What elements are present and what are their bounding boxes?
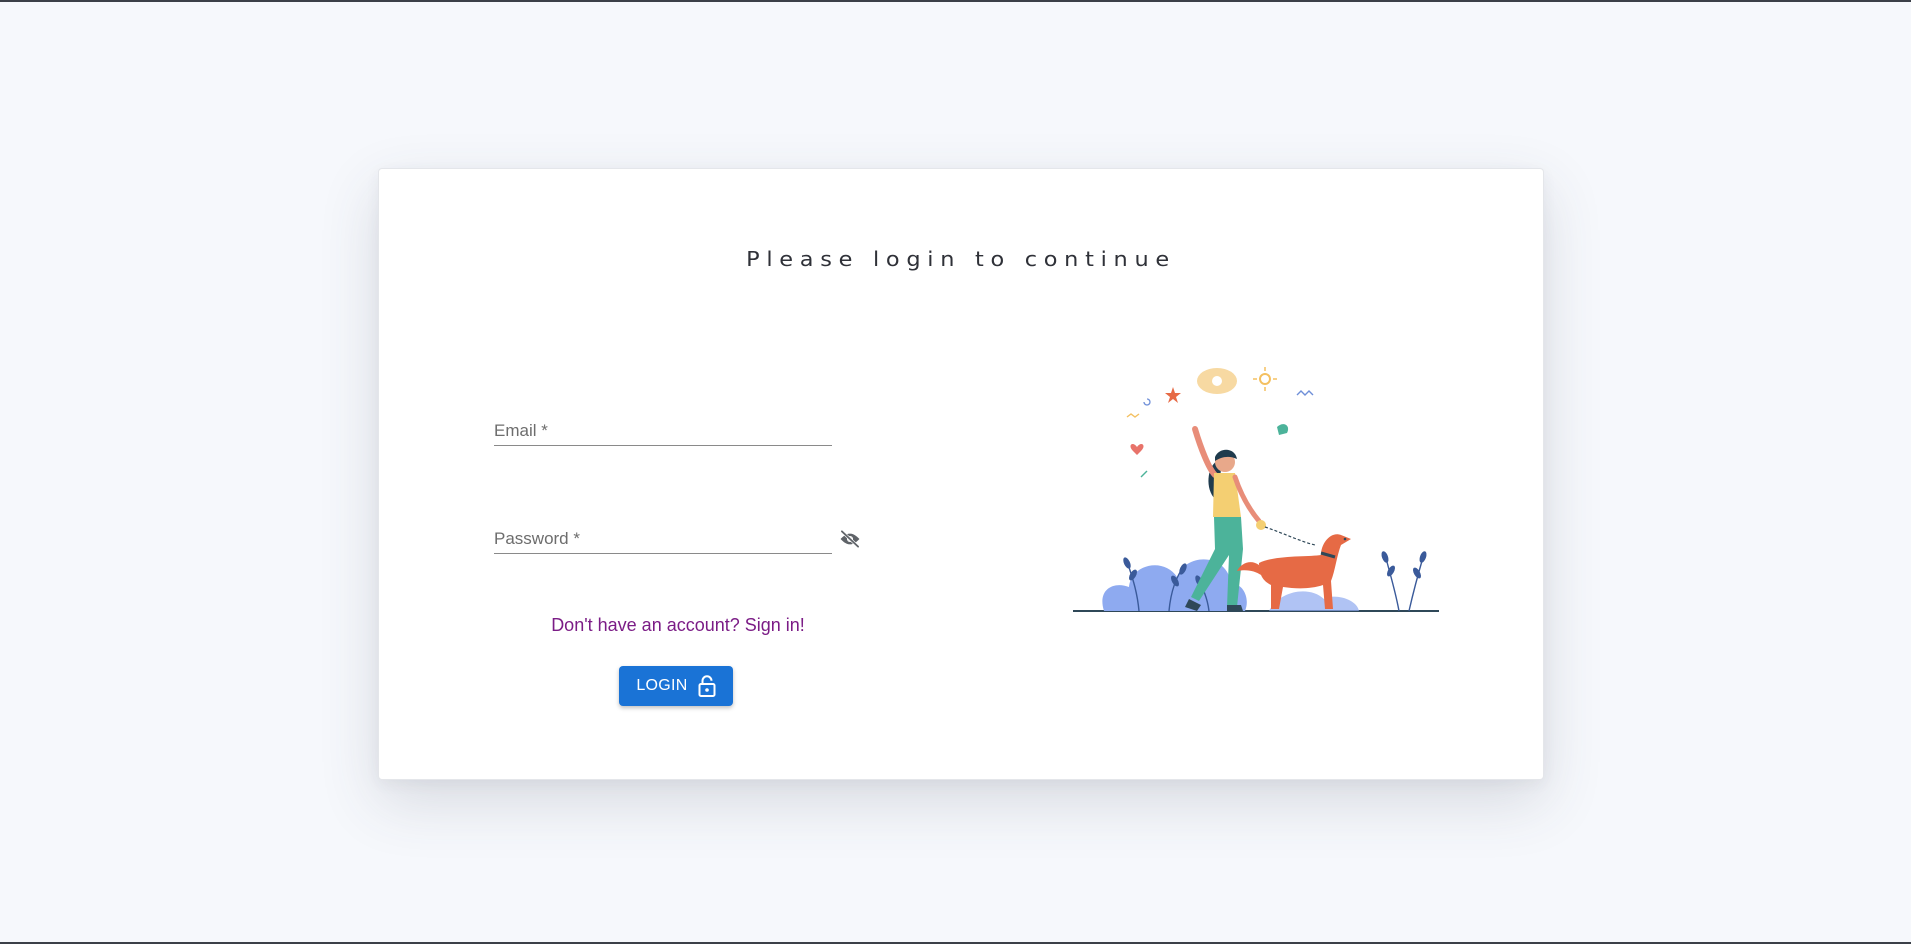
lock-open-icon bbox=[698, 675, 716, 697]
email-input[interactable] bbox=[494, 417, 832, 445]
password-input[interactable] bbox=[494, 525, 832, 553]
eye-off-icon bbox=[840, 530, 860, 548]
email-field[interactable] bbox=[494, 417, 832, 446]
page-title: Please login to continue bbox=[746, 247, 1176, 271]
toggle-password-visibility-button[interactable] bbox=[837, 527, 863, 551]
woman-walking-dog-illustration bbox=[1069, 349, 1449, 619]
login-button[interactable]: LOGIN bbox=[619, 666, 733, 706]
login-card: Please login to continue Don't have an a… bbox=[378, 168, 1544, 780]
password-field[interactable] bbox=[494, 525, 832, 554]
window-top-border bbox=[0, 0, 1911, 2]
login-button-label: LOGIN bbox=[636, 677, 688, 694]
signup-link[interactable]: Don't have an account? Sign in! bbox=[379, 615, 977, 636]
